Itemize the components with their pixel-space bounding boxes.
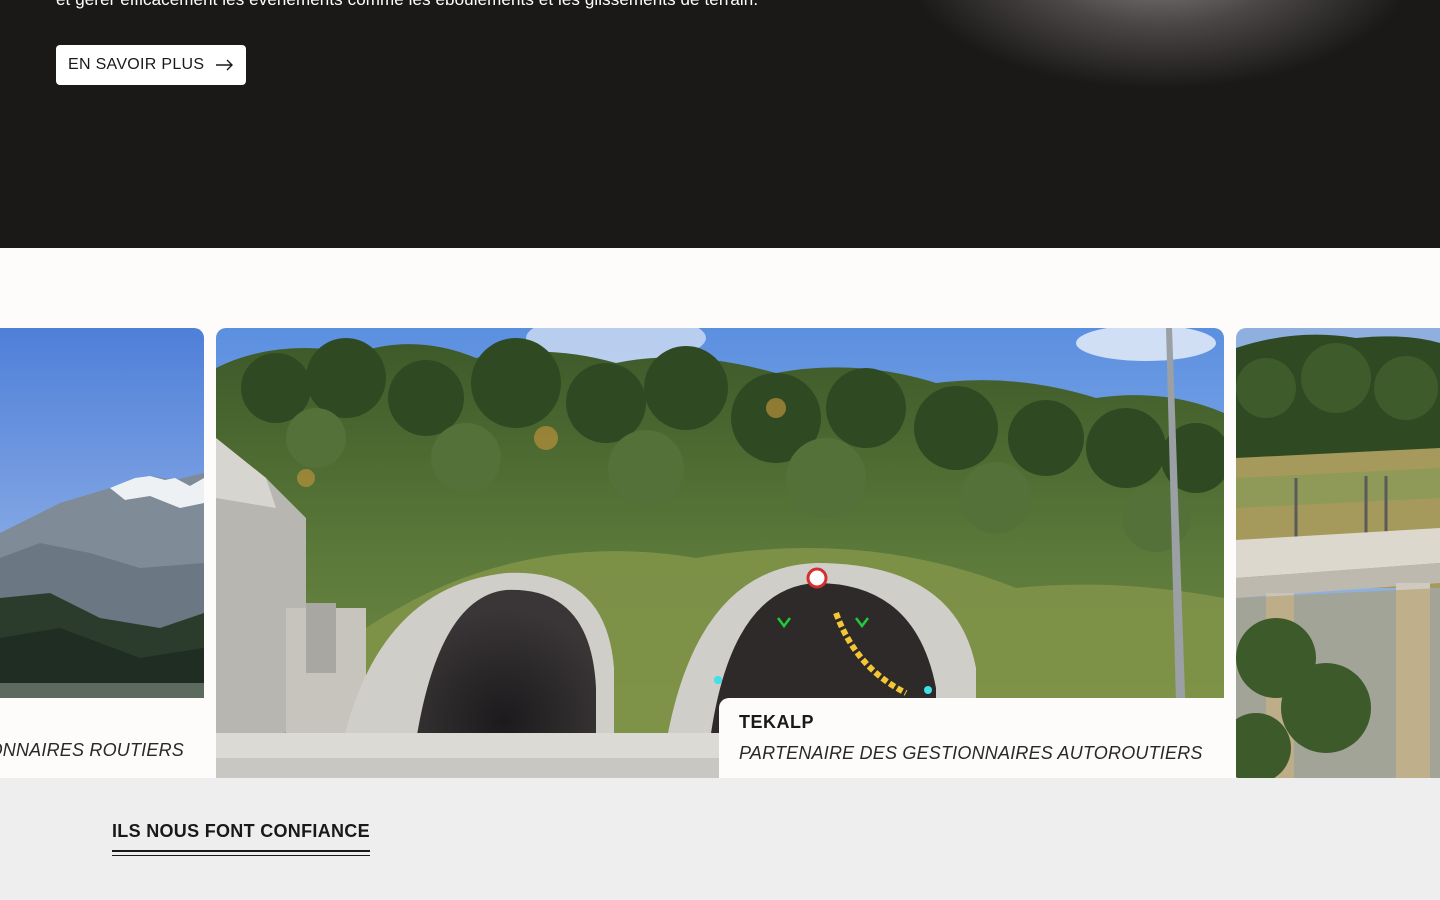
arrow-right-icon — [216, 59, 234, 71]
hero-light-glow — [900, 0, 1420, 90]
tekalp-card-title: TEKALP — [739, 712, 814, 732]
previous-card-subtitle: ONNAIRES ROUTIERS — [0, 740, 184, 760]
learn-more-button[interactable]: EN SAVOIR PLUS — [56, 45, 247, 85]
mountain-photo — [0, 328, 204, 698]
carousel-card-previous[interactable]: ONNAIRES ROUTIERS — [0, 328, 204, 778]
carousel-card-tekalp[interactable]: TEKALP PARTENAIRE DES GESTIONNAIRES AUTO… — [216, 328, 1224, 778]
trust-section-title: ILS NOUS FONT CONFIANCE — [112, 821, 370, 856]
hero-section: et gérer efficacement les événements com… — [0, 0, 1440, 248]
hero-description: et gérer efficacement les événements com… — [56, 0, 758, 10]
tekalp-card-subtitle: PARTENAIRE DES GESTIONNAIRES AUTOROUTIER… — [739, 743, 1203, 763]
previous-card-caption: ONNAIRES ROUTIERS — [0, 698, 204, 778]
carousel-card-next[interactable] — [1236, 328, 1440, 778]
tekalp-card-caption: TEKALP PARTENAIRE DES GESTIONNAIRES AUTO… — [719, 698, 1224, 778]
trust-section: ILS NOUS FONT CONFIANCE — [0, 778, 1440, 900]
viaduct-photo — [1236, 328, 1440, 778]
learn-more-label: EN SAVOIR PLUS — [68, 56, 205, 73]
